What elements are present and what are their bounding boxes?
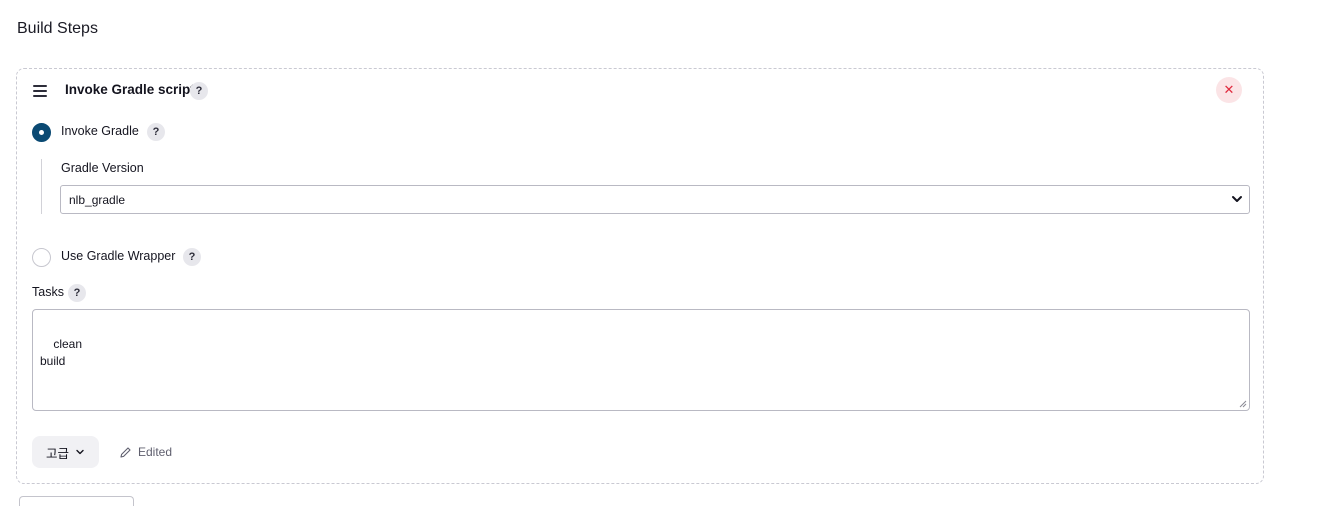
use-gradle-wrapper-help-button[interactable]: ?	[183, 248, 201, 266]
remove-step-button[interactable]: ✕	[1216, 77, 1242, 103]
use-gradle-wrapper-radio[interactable]	[32, 248, 51, 267]
section-title: Build Steps	[17, 20, 98, 37]
resize-handle-icon[interactable]	[1239, 400, 1247, 408]
use-gradle-wrapper-label[interactable]: Use Gradle Wrapper	[61, 249, 175, 263]
invoke-gradle-help-button[interactable]: ?	[147, 123, 165, 141]
tasks-value: clean build	[40, 337, 83, 368]
invoke-gradle-radio[interactable]	[32, 123, 51, 142]
drag-handle-icon[interactable]	[33, 85, 47, 97]
step-title: Invoke Gradle script	[65, 82, 195, 97]
close-icon: ✕	[1223, 82, 1235, 97]
pencil-icon	[120, 446, 131, 458]
gradle-version-label: Gradle Version	[61, 161, 144, 175]
gradle-version-value: nlb_gradle	[69, 192, 126, 207]
edited-indicator: Edited	[119, 445, 172, 459]
tasks-help-button[interactable]: ?	[68, 284, 86, 302]
chevron-down-icon	[1232, 196, 1242, 202]
build-step-card: Invoke Gradle script ? ✕ Invoke Gradle ?…	[16, 68, 1264, 484]
indent-divider	[41, 159, 42, 214]
chevron-down-icon	[76, 449, 84, 455]
advanced-button[interactable]: 고급	[32, 436, 99, 468]
step-help-button[interactable]: ?	[190, 82, 208, 100]
tasks-textarea[interactable]: clean build	[32, 309, 1250, 411]
gradle-version-select[interactable]: nlb_gradle	[60, 185, 1250, 214]
advanced-label: 고급	[45, 446, 69, 461]
edited-label: Edited	[138, 445, 173, 459]
tasks-label: Tasks	[32, 285, 64, 299]
add-build-step-button[interactable]	[19, 496, 134, 506]
invoke-gradle-label[interactable]: Invoke Gradle	[61, 124, 139, 138]
